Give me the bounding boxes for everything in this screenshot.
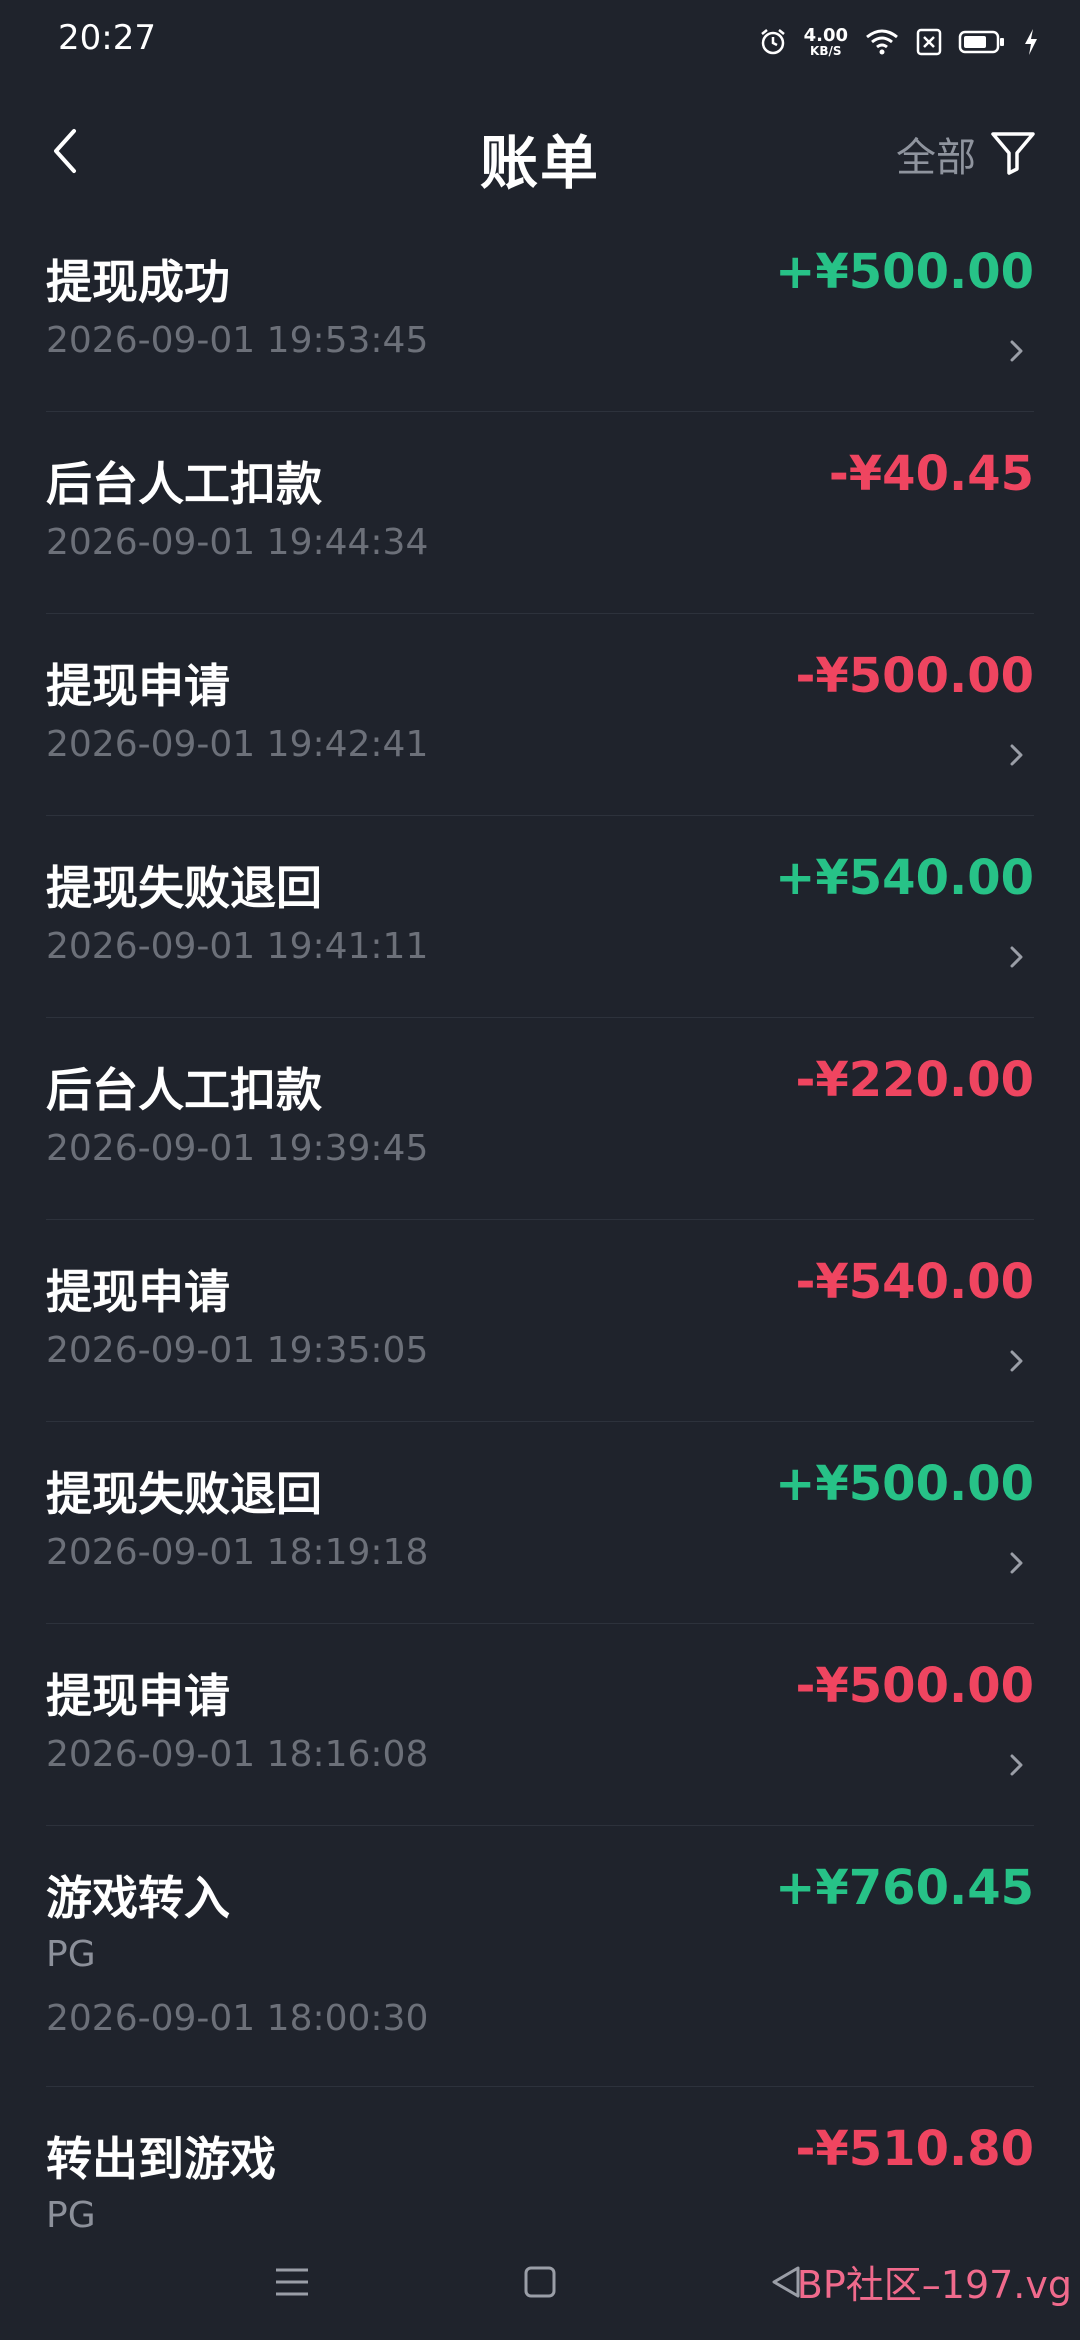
home-square-icon[interactable]	[520, 2262, 560, 2306]
net-speed-value: 4.00	[803, 25, 848, 46]
watermark: BP社区–197.vg	[796, 2263, 1072, 2307]
header: 账单 全部	[0, 100, 1080, 210]
filter-button[interactable]: 全部	[896, 122, 1036, 186]
transaction-title: 后台人工扣款	[46, 1063, 322, 1117]
navigation-bar: BP社区–197.vg	[0, 2230, 1080, 2340]
filter-label: 全部	[896, 135, 976, 181]
transaction-row[interactable]: 游戏转入 +¥760.45 PG 2026-09-01 18:00:30	[46, 1826, 1034, 2087]
status-time: 20:27	[58, 18, 156, 58]
chevron-right-icon	[1004, 1752, 1030, 1778]
transaction-provider: PG	[46, 2195, 96, 2230]
transaction-amount: +¥500.00	[775, 244, 1034, 300]
transaction-amount: -¥510.80	[795, 2121, 1034, 2177]
transaction-title: 提现申请	[46, 1265, 230, 1319]
funnel-icon	[990, 129, 1036, 179]
transaction-amount: +¥540.00	[775, 850, 1034, 906]
transaction-time: 2026-09-01 19:41:11	[46, 926, 429, 967]
transaction-row[interactable]: 提现失败退回 +¥540.00 2026-09-01 19:41:11	[46, 816, 1034, 1018]
net-speed-unit: KB/S	[810, 44, 842, 58]
transaction-row[interactable]: 提现申请 -¥500.00 2026-09-01 19:42:41	[46, 614, 1034, 816]
transaction-amount: +¥760.45	[775, 1860, 1034, 1916]
transaction-title: 提现失败退回	[46, 1467, 322, 1521]
menu-icon[interactable]	[272, 2262, 312, 2306]
status-bar: 20:27 4.00 KB/S	[0, 0, 1080, 80]
transaction-row[interactable]: 后台人工扣款 -¥220.00 2026-09-01 19:39:45	[46, 1018, 1034, 1220]
transaction-time: 2026-09-01 18:19:18	[46, 1532, 429, 1573]
chevron-right-icon	[1004, 742, 1030, 768]
alarm-icon	[758, 27, 788, 57]
transaction-time: 2026-09-01 19:44:34	[46, 522, 429, 563]
transaction-row[interactable]: 后台人工扣款 -¥40.45 2026-09-01 19:44:34	[46, 412, 1034, 614]
chevron-right-icon	[1004, 1348, 1030, 1374]
transaction-time: 2026-09-01 18:00:30	[46, 1998, 429, 2039]
wifi-icon	[864, 27, 900, 57]
status-icons: 4.00 KB/S	[758, 20, 1040, 64]
transaction-amount: -¥220.00	[795, 1052, 1034, 1108]
transaction-row[interactable]: 提现申请 -¥540.00 2026-09-01 19:35:05	[46, 1220, 1034, 1422]
transaction-provider: PG	[46, 1934, 96, 1975]
transaction-row[interactable]: 提现成功 +¥500.00 2026-09-01 19:53:45	[46, 210, 1034, 412]
transaction-title: 提现申请	[46, 659, 230, 713]
transaction-row[interactable]: 提现申请 -¥500.00 2026-09-01 18:16:08	[46, 1624, 1034, 1826]
chevron-right-icon	[1004, 944, 1030, 970]
transaction-title: 游戏转入	[46, 1871, 230, 1925]
transaction-amount: +¥500.00	[775, 1456, 1034, 1512]
charging-icon	[1022, 27, 1040, 57]
transaction-list: 提现成功 +¥500.00 2026-09-01 19:53:45 后台人工扣款 -¥4…	[0, 210, 1080, 2230]
transaction-amount: -¥40.45	[828, 446, 1034, 502]
transaction-amount: -¥500.00	[795, 1658, 1034, 1714]
transaction-time: 2026-09-01 19:35:05	[46, 1330, 429, 1371]
transaction-time: 2026-09-01 19:53:45	[46, 320, 429, 361]
transaction-time: 2026-09-01 19:39:45	[46, 1128, 429, 1169]
transaction-title: 转出到游戏	[46, 2132, 276, 2186]
chevron-right-icon	[1004, 1550, 1030, 1576]
chevron-right-icon	[1004, 338, 1030, 364]
transaction-title: 提现失败退回	[46, 861, 322, 915]
transaction-amount: -¥500.00	[795, 648, 1034, 704]
transaction-row[interactable]: 转出到游戏 -¥510.80 PG	[46, 2087, 1034, 2230]
net-speed: 4.00 KB/S	[803, 25, 848, 58]
transaction-title: 提现申请	[46, 1669, 230, 1723]
transaction-time: 2026-09-01 18:16:08	[46, 1734, 429, 1775]
transaction-time: 2026-09-01 19:42:41	[46, 724, 429, 765]
transaction-row[interactable]: 提现失败退回 +¥500.00 2026-09-01 18:19:18	[46, 1422, 1034, 1624]
transaction-title: 后台人工扣款	[46, 457, 322, 511]
sim-disabled-icon	[916, 27, 942, 57]
transaction-title: 提现成功	[46, 255, 230, 309]
transaction-amount: -¥540.00	[795, 1254, 1034, 1310]
battery-icon	[958, 27, 1006, 57]
